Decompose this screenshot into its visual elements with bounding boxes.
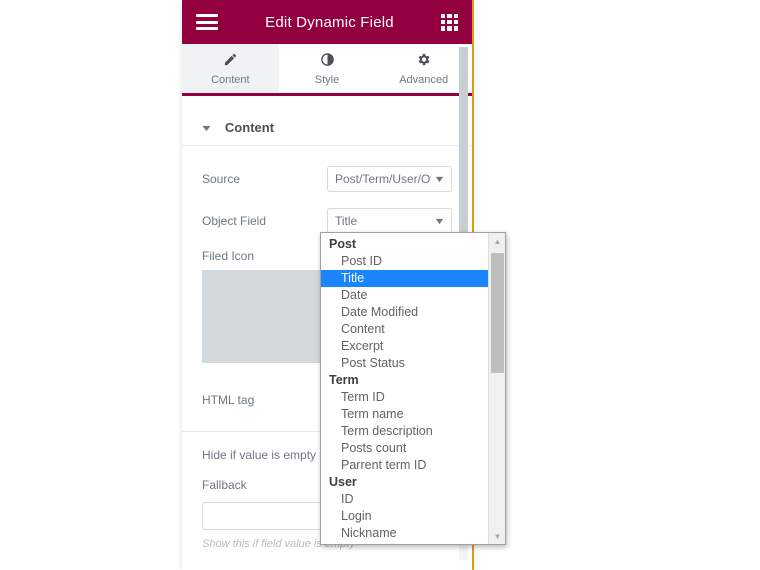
- tab-advanced[interactable]: Advanced: [375, 44, 473, 93]
- apps-grid-icon[interactable]: [441, 13, 458, 31]
- dropdown-option[interactable]: Term ID: [321, 389, 489, 406]
- source-select[interactable]: Post/Term/User/Ot ▼: [327, 166, 452, 192]
- dropdown-option[interactable]: ID: [321, 491, 489, 508]
- dropdown-scrollbar-thumb[interactable]: [491, 253, 504, 373]
- dropdown-option[interactable]: Post Status: [321, 355, 489, 372]
- html-tag-label: HTML tag: [202, 393, 255, 407]
- editor-canvas: C.A.T. XSN0651-9-1-120: [474, 0, 760, 570]
- gear-icon: [416, 52, 431, 69]
- object-field-label: Object Field: [202, 214, 267, 228]
- page-title: Edit Dynamic Field: [265, 13, 394, 31]
- dropdown-option-selected[interactable]: Title: [321, 270, 489, 287]
- scroll-down-arrow-icon[interactable]: ▼: [489, 528, 505, 544]
- contrast-icon: [320, 52, 335, 69]
- elementor-editor-panel: Edit Dynamic Field Content Style Advance…: [182, 0, 506, 570]
- dropdown-group-user: User: [329, 475, 357, 489]
- chevron-down-icon: ▼: [433, 174, 446, 184]
- chevron-down-icon: ▼: [199, 122, 214, 133]
- dropdown-option[interactable]: Post ID: [321, 253, 489, 270]
- fallback-label: Fallback: [202, 478, 247, 492]
- dropdown-option[interactable]: Parrent term ID: [321, 457, 489, 474]
- source-label: Source: [202, 172, 241, 186]
- section-title: Content: [224, 120, 275, 135]
- dropdown-option[interactable]: Login: [321, 508, 489, 525]
- tab-advanced-label: Advanced: [399, 73, 449, 86]
- control-row-source: Source Post/Term/User/Ot ▼: [182, 158, 472, 200]
- panel-header: Edit Dynamic Field: [182, 0, 472, 44]
- dropdown-option[interactable]: Excerpt: [321, 338, 489, 355]
- panel-tabs: Content Style Advanced: [182, 44, 473, 96]
- dropdown-option[interactable]: Nickname: [321, 525, 489, 542]
- chevron-down-icon: ▼: [433, 216, 446, 226]
- pencil-icon: [223, 52, 238, 69]
- source-value: Post/Term/User/Ot: [335, 172, 432, 186]
- dropdown-scrollbar[interactable]: ▲ ▼: [488, 233, 505, 544]
- dropdown-option[interactable]: Date: [321, 287, 489, 304]
- dropdown-option[interactable]: Content: [321, 321, 489, 338]
- dropdown-option[interactable]: Date Modified: [321, 304, 489, 321]
- filed-icon-label: Filed Icon: [202, 249, 255, 263]
- object-field-select[interactable]: Title ▼: [327, 208, 452, 234]
- section-header-content[interactable]: ▼ Content: [182, 110, 472, 146]
- tab-style[interactable]: Style: [278, 44, 376, 93]
- hamburger-menu-icon[interactable]: [196, 14, 218, 30]
- dropdown-option[interactable]: Term description: [321, 423, 489, 440]
- tab-content-label: Content: [211, 73, 250, 86]
- dropdown-option-list: Post Post ID Title Date Date Modified Co…: [321, 233, 489, 544]
- dropdown-group-post: Post: [329, 237, 357, 251]
- scroll-up-arrow-icon[interactable]: ▲: [489, 233, 505, 249]
- dropdown-option[interactable]: E-mail: [321, 542, 489, 544]
- dropdown-option[interactable]: Term name: [321, 406, 489, 423]
- tab-style-label: Style: [314, 73, 340, 86]
- object-field-dropdown[interactable]: Post Post ID Title Date Date Modified Co…: [320, 232, 506, 545]
- dropdown-option[interactable]: Posts count: [321, 440, 489, 457]
- object-field-value: Title: [335, 214, 358, 228]
- tab-content[interactable]: Content: [182, 44, 279, 93]
- dropdown-group-term: Term: [329, 373, 359, 387]
